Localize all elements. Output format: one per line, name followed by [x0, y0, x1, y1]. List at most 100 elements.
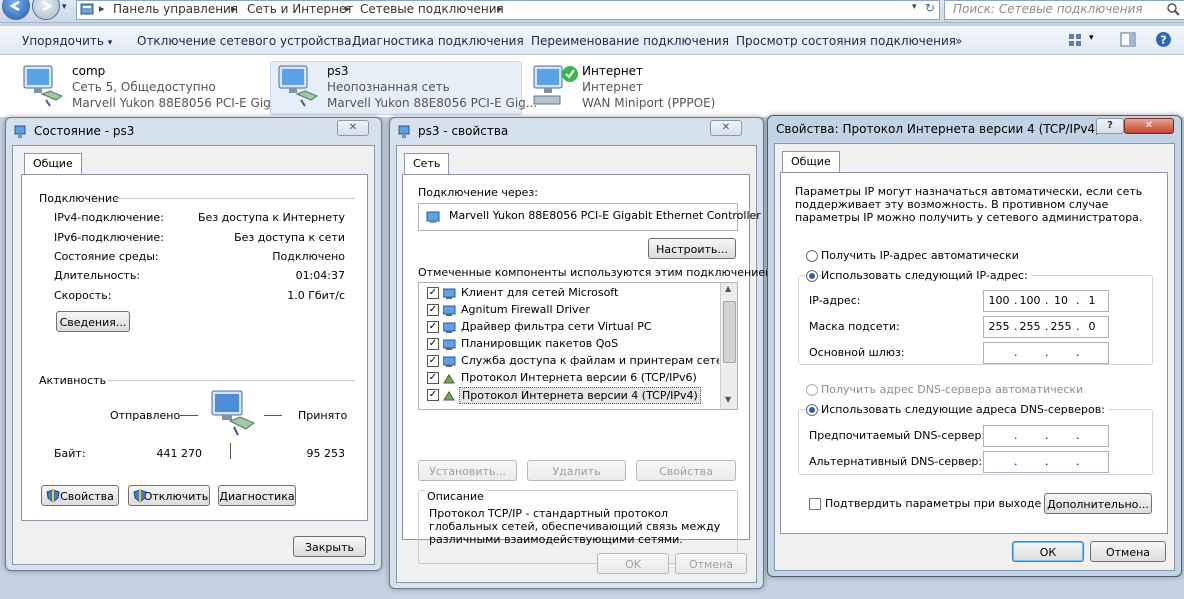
network-status-icon [14, 125, 26, 138]
network-properties-icon [398, 125, 410, 138]
close-dialog-button[interactable]: Закрыть [293, 536, 366, 557]
scrollbar-thumb[interactable] [723, 301, 736, 363]
view-status-button[interactable]: Просмотр состояния подключения [736, 34, 956, 48]
help-button[interactable]: ? [1096, 118, 1124, 134]
subnet-mask-input[interactable]: 255. 255. 255. 0 [983, 316, 1109, 338]
help-icon[interactable]: ? [1155, 31, 1172, 48]
tab-general[interactable]: Общие [24, 153, 82, 174]
advanced-button[interactable]: Дополнительно... [1044, 493, 1152, 514]
ip-address-label: IP-адрес: [809, 294, 861, 307]
scroll-down-icon[interactable]: ▼ [725, 395, 731, 404]
tab-general[interactable]: Общие [782, 151, 840, 172]
ipv6-label: IPv6-подключение: [54, 231, 164, 244]
auto-dns-radio[interactable] [806, 384, 818, 396]
scrollbar[interactable]: ▲ ▼ [720, 283, 737, 409]
dialog-body: Общие Параметры IP могут назначаться авт… [774, 143, 1175, 571]
search-box[interactable]: Поиск: Сетевые подключения [944, 0, 1184, 20]
duration-label: Длительность: [54, 269, 141, 282]
address-dropdown-icon[interactable]: ▾ [912, 2, 917, 12]
cancel-button[interactable]: Отмена [675, 553, 747, 574]
search-input[interactable]: Поиск: Сетевые подключения [953, 2, 1143, 16]
component-checkbox[interactable]: ✓ [427, 355, 439, 367]
shield-icon [46, 489, 60, 503]
breadcrumb-item-control-panel[interactable]: Панель управления [113, 2, 238, 16]
list-item[interactable]: ✓ Служба доступа к файлам и принтерам се… [419, 353, 719, 370]
properties-label: Свойства [60, 490, 114, 503]
ok-button[interactable]: OK [597, 553, 669, 574]
close-button[interactable]: ✕ [1124, 118, 1174, 134]
disable-device-button[interactable]: Отключение сетевого устройства [137, 34, 351, 48]
forward-button[interactable] [32, 0, 60, 20]
component-checkbox[interactable]: ✓ [427, 338, 439, 350]
rename-button[interactable]: Переименование подключения [531, 34, 729, 48]
manual-dns-radio[interactable] [806, 404, 818, 416]
ip-octet: 100 [1019, 294, 1041, 307]
view-options-icon[interactable] [1068, 33, 1084, 47]
properties-button[interactable]: Свойства [41, 485, 119, 506]
ok-button[interactable]: ОК [1012, 541, 1084, 562]
auto-dns-label: Получить адрес DNS-сервера автоматически [821, 383, 1084, 396]
breadcrumb-item-network-connections[interactable]: Сетевые подключения [360, 2, 504, 16]
address-bar: ▾ ▸ Панель управления ▸ Сеть и Интернет … [0, 0, 1184, 23]
diagnose-button[interactable]: Диагностика подключения [352, 34, 524, 48]
list-item-selected[interactable]: ✓ Протокол Интернета версии 4 (TCP/IPv4) [419, 387, 719, 404]
alternate-dns-input[interactable]: ... [983, 451, 1109, 473]
gateway-label: Основной шлюз: [809, 346, 905, 359]
close-button[interactable]: ✕ [710, 120, 742, 136]
component-checkbox[interactable]: ✓ [427, 304, 439, 316]
divider [114, 198, 355, 199]
control-panel-icon [80, 3, 94, 15]
search-icon[interactable] [1167, 3, 1180, 16]
details-button[interactable]: Сведения... [56, 311, 130, 332]
connection-item-ps3[interactable]: ps3 Неопознанная сеть Marvell Yukon 88E8… [270, 61, 537, 115]
manual-ip-label: Использовать следующий IP-адрес: [821, 269, 1031, 282]
install-button[interactable]: Установить... [418, 460, 517, 481]
description-text: Протокол TCP/IP - стандартный протокол г… [429, 507, 721, 546]
scroll-up-icon[interactable]: ▲ [725, 284, 731, 293]
component-properties-button[interactable]: Свойства [636, 460, 736, 481]
configure-button[interactable]: Настроить... [648, 238, 736, 259]
manual-ip-radio[interactable] [806, 270, 818, 282]
connection-name: ps3 [327, 64, 349, 78]
ip-address-input[interactable]: 100. 100. 10. 1 [983, 290, 1109, 312]
auto-ip-radio[interactable] [806, 250, 818, 262]
media-state-value: Подключено [272, 250, 345, 263]
history-dropdown-icon[interactable]: ▾ [62, 2, 67, 12]
tab-panel: Параметры IP могут назначаться автоматич… [780, 172, 1168, 534]
confirm-checkbox[interactable] [809, 498, 821, 510]
connection-item-internet[interactable]: Интернет Интернет WAN Miniport (PPPOE) [526, 62, 756, 114]
diagnostics-button[interactable]: Диагностика [218, 485, 296, 506]
bytes-received-value: 95 253 [306, 447, 346, 460]
breadcrumb-item-network-internet[interactable]: Сеть и Интернет [247, 2, 353, 16]
preferred-dns-input[interactable]: ... [983, 425, 1109, 447]
organize-menu[interactable]: Упорядочить ▾ [22, 34, 112, 48]
more-commands-button[interactable]: » [955, 34, 962, 48]
ip-octet: 10 [1054, 294, 1068, 307]
preview-pane-icon[interactable] [1120, 32, 1136, 47]
tab-network[interactable]: Сеть [404, 153, 450, 174]
list-item[interactable]: ✓ Agnitum Firewall Driver [419, 302, 719, 319]
list-item[interactable]: ✓ Драйвер фильтра сети Virtual PC [419, 319, 719, 336]
breadcrumb[interactable]: ▸ Панель управления ▸ Сеть и Интернет ▸ … [76, 0, 940, 20]
list-item[interactable]: ✓ Планировщик пакетов QoS [419, 336, 719, 353]
component-checkbox[interactable]: ✓ [427, 321, 439, 333]
component-checkbox[interactable]: ✓ [427, 287, 439, 299]
close-button[interactable]: ✕ [337, 120, 369, 136]
remove-button[interactable]: Удалить [527, 460, 626, 481]
refresh-icon[interactable]: ↻ [925, 1, 935, 15]
properties-dialog: ps3 - свойства ✕ Сеть Подключение через:… [389, 117, 777, 589]
network-service-icon [443, 339, 456, 350]
disconnect-button[interactable]: Отключить [128, 485, 210, 506]
back-button[interactable] [2, 0, 30, 20]
components-list[interactable]: ✓ Клиент для сетей Microsoft ✓ Agnitum F… [418, 282, 738, 410]
gateway-input[interactable]: ... [983, 342, 1109, 364]
components-label: Отмеченные компоненты используются этим … [418, 266, 778, 279]
connection-item-comp[interactable]: comp Сеть 5, Общедоступно Marvell Yukon … [16, 62, 282, 114]
component-checkbox[interactable]: ✓ [427, 389, 439, 401]
view-dropdown-icon[interactable]: ▾ [1089, 33, 1094, 43]
component-label: Планировщик пакетов QoS [461, 337, 619, 350]
component-checkbox[interactable]: ✓ [427, 372, 439, 384]
cancel-button[interactable]: Отмена [1090, 541, 1166, 562]
list-item[interactable]: ✓ Клиент для сетей Microsoft [419, 285, 719, 302]
list-item[interactable]: ✓ Протокол Интернета версии 6 (TCP/IPv6) [419, 370, 719, 387]
